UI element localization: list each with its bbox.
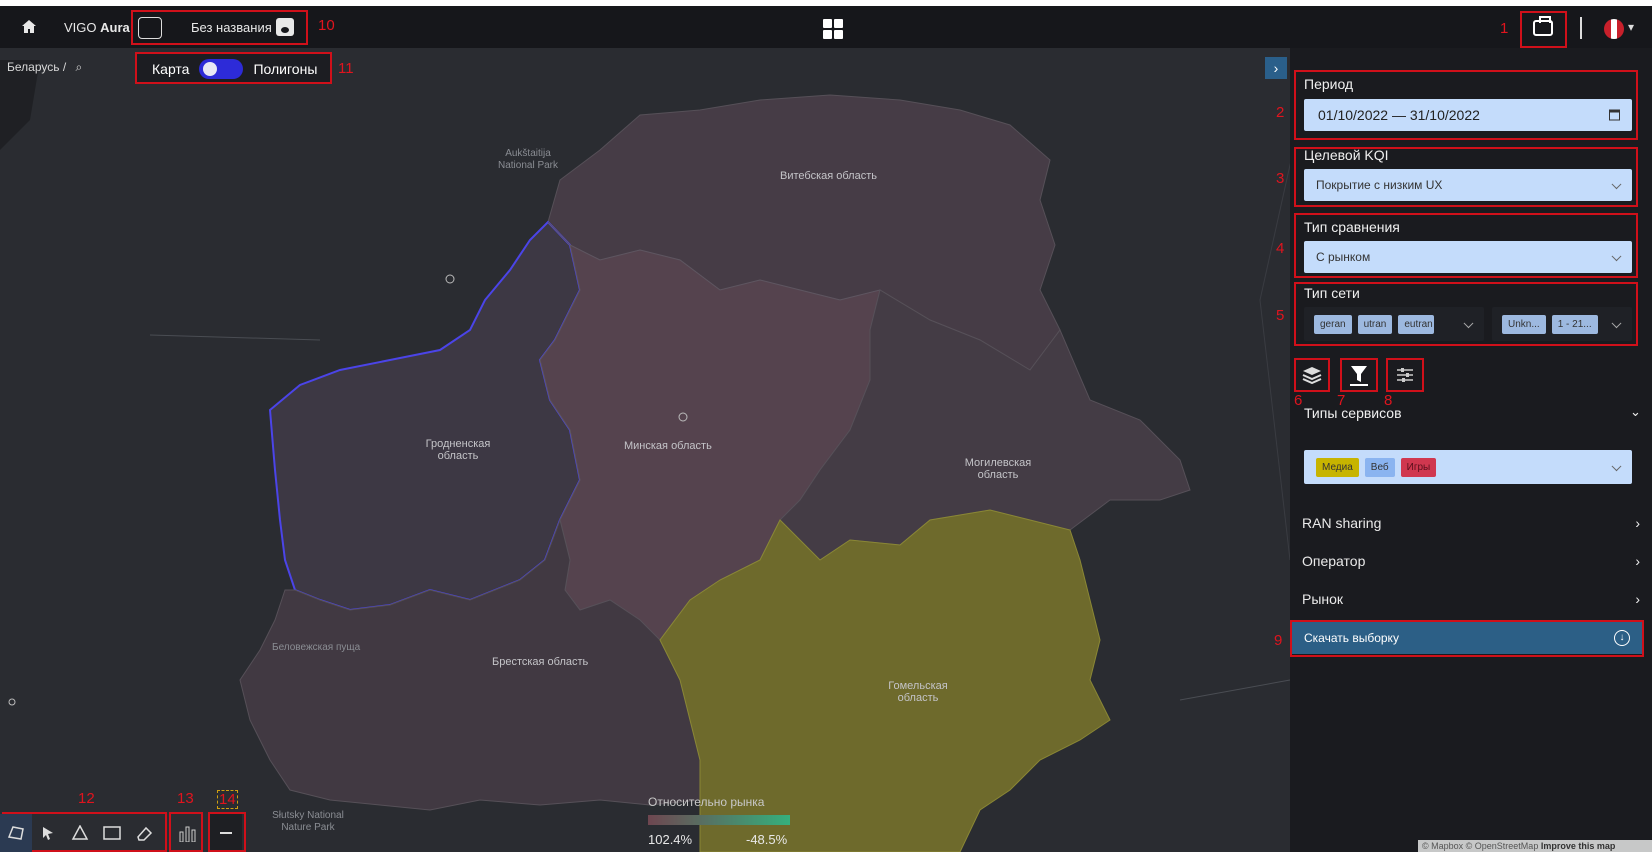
operator-label: Оператор bbox=[1302, 553, 1366, 569]
map-label-vitebsk: Витебская область bbox=[780, 170, 877, 182]
header-divider bbox=[1580, 17, 1582, 39]
chevron-down-icon bbox=[1611, 318, 1622, 329]
annotation-box-9 bbox=[1290, 620, 1644, 657]
service-chip-web[interactable]: Веб bbox=[1364, 457, 1395, 477]
kqi-title: Целевой KQI bbox=[1304, 147, 1389, 163]
rectangle-draw-icon[interactable] bbox=[96, 814, 128, 852]
annotation-6: 6 bbox=[1294, 392, 1303, 409]
service-chip-media[interactable]: Медиа bbox=[1316, 457, 1359, 477]
brand-prefix: VIGO bbox=[64, 19, 97, 35]
network-select-a[interactable]: geran utran eutran bbox=[1304, 307, 1484, 341]
annotation-1: 1 bbox=[1500, 20, 1509, 37]
chevron-down-icon bbox=[1611, 461, 1622, 472]
chevron-down-icon bbox=[1611, 179, 1622, 190]
annotation-13: 13 bbox=[177, 790, 194, 807]
period-field[interactable]: 01/10/2022 — 31/10/2022 bbox=[1304, 99, 1632, 131]
annotation-4: 4 bbox=[1276, 240, 1285, 257]
map-label-belovezh: Беловежская пуща bbox=[272, 642, 361, 653]
toolbox-icon[interactable] bbox=[1533, 16, 1553, 36]
map-label-brest: Брестская область bbox=[492, 656, 589, 668]
market-row[interactable]: Рынок › bbox=[1302, 591, 1642, 611]
language-chevron-icon[interactable]: ▾ bbox=[1628, 20, 1634, 34]
market-label: Рынок bbox=[1302, 591, 1344, 607]
network-select-b[interactable]: Unkn... 1 - 21... bbox=[1492, 307, 1632, 341]
annotation-10: 10 bbox=[318, 17, 335, 34]
chevron-down-icon bbox=[1463, 318, 1474, 329]
polygon-select-icon[interactable] bbox=[0, 814, 32, 852]
period-title: Период bbox=[1304, 76, 1354, 92]
legend-title: Относительно рынка bbox=[648, 795, 765, 809]
operator-row[interactable]: Оператор › bbox=[1302, 553, 1642, 573]
kqi-select[interactable]: Покрытие с низким UX bbox=[1304, 169, 1632, 201]
legend-max: -48.5% bbox=[746, 832, 788, 847]
apps-grid-icon[interactable] bbox=[823, 19, 843, 39]
attribution-text[interactable]: © Mapbox © OpenStreetMap bbox=[1422, 841, 1538, 851]
calendar-icon[interactable] bbox=[1609, 109, 1620, 121]
annotation-11: 11 bbox=[338, 60, 354, 77]
annotation-box-13 bbox=[169, 812, 203, 852]
legend-gradient bbox=[648, 815, 790, 825]
draw-toolbar bbox=[0, 814, 242, 852]
compare-select[interactable]: С рынком bbox=[1304, 241, 1632, 273]
network-chip[interactable]: 1 - 21... bbox=[1551, 314, 1598, 334]
annotation-5: 5 bbox=[1276, 307, 1285, 324]
polygon-draw-icon[interactable] bbox=[64, 814, 96, 852]
breadcrumb[interactable]: Беларусь / ⌕ bbox=[7, 60, 82, 75]
network-chip[interactable]: Unkn... bbox=[1502, 314, 1546, 334]
collapse-panel-button[interactable]: › bbox=[1265, 57, 1287, 79]
map-label-gomel: Гомельская область bbox=[888, 680, 948, 704]
annotation-12: 12 bbox=[78, 790, 95, 807]
map-label-slutsk: Słutsky National Nature Park bbox=[272, 810, 344, 833]
map-label-grodno: Гродненская область bbox=[425, 438, 491, 462]
ran-sharing-label: RAN sharing bbox=[1302, 515, 1382, 531]
chevron-right-icon: › bbox=[1635, 515, 1640, 531]
settings-sliders-icon[interactable] bbox=[1390, 360, 1420, 390]
language-flag-icon[interactable] bbox=[1604, 19, 1624, 39]
chevron-right-icon: › bbox=[1635, 553, 1640, 569]
home-icon[interactable] bbox=[20, 6, 40, 48]
map-label-aukstaitija: Aukštaitija National Park bbox=[497, 148, 559, 171]
chevron-down-icon[interactable]: ⌄ bbox=[1630, 404, 1641, 420]
period-value: 01/10/2022 — 31/10/2022 bbox=[1318, 107, 1480, 123]
map-label-mogilev: Могилевская область bbox=[964, 457, 1032, 481]
kqi-value: Покрытие с низким UX bbox=[1316, 178, 1443, 192]
annotation-2: 2 bbox=[1276, 104, 1285, 121]
network-title: Тип сети bbox=[1304, 285, 1360, 301]
map-attribution[interactable]: © Mapbox © OpenStreetMap Improve this ma… bbox=[1418, 840, 1652, 852]
annotation-box-14 bbox=[208, 812, 246, 852]
ran-sharing-row[interactable]: RAN sharing › bbox=[1302, 515, 1642, 535]
network-chip[interactable]: eutran bbox=[1398, 314, 1435, 334]
eraser-icon[interactable] bbox=[128, 814, 160, 852]
map-label-minsk: Минская область bbox=[624, 440, 712, 452]
annotation-box-10 bbox=[131, 10, 308, 45]
brand: VIGO Aura bbox=[64, 6, 130, 48]
breadcrumb-text[interactable]: Беларусь / bbox=[7, 60, 66, 74]
services-title[interactable]: Типы сервисов bbox=[1304, 405, 1402, 421]
pointer-icon[interactable] bbox=[32, 814, 64, 852]
chevron-down-icon bbox=[1611, 251, 1622, 262]
improve-map-link[interactable]: Improve this map bbox=[1541, 841, 1616, 851]
annotation-9: 9 bbox=[1274, 632, 1283, 649]
brand-name: Aura bbox=[100, 19, 130, 35]
service-chip-games[interactable]: Игры bbox=[1400, 457, 1437, 477]
services-select[interactable]: Медиа Веб Игры bbox=[1304, 450, 1632, 484]
network-chip[interactable]: geran bbox=[1314, 314, 1352, 334]
annotation-box-11 bbox=[135, 52, 332, 84]
annotation-14: 14 bbox=[217, 790, 238, 809]
annotation-3: 3 bbox=[1276, 170, 1285, 187]
app-root: VIGO Aura Без названия 10 1 ▾ Витебская … bbox=[0, 0, 1652, 852]
network-chip[interactable]: utran bbox=[1357, 314, 1393, 334]
filter-icon[interactable] bbox=[1344, 360, 1374, 390]
compare-title: Тип сравнения bbox=[1304, 219, 1400, 235]
search-icon[interactable]: ⌕ bbox=[76, 60, 83, 74]
chevron-right-icon: › bbox=[1635, 591, 1640, 607]
compare-value: С рынком bbox=[1316, 250, 1371, 264]
legend-min: 102.4% bbox=[648, 832, 693, 847]
layers-icon[interactable] bbox=[1297, 360, 1327, 390]
